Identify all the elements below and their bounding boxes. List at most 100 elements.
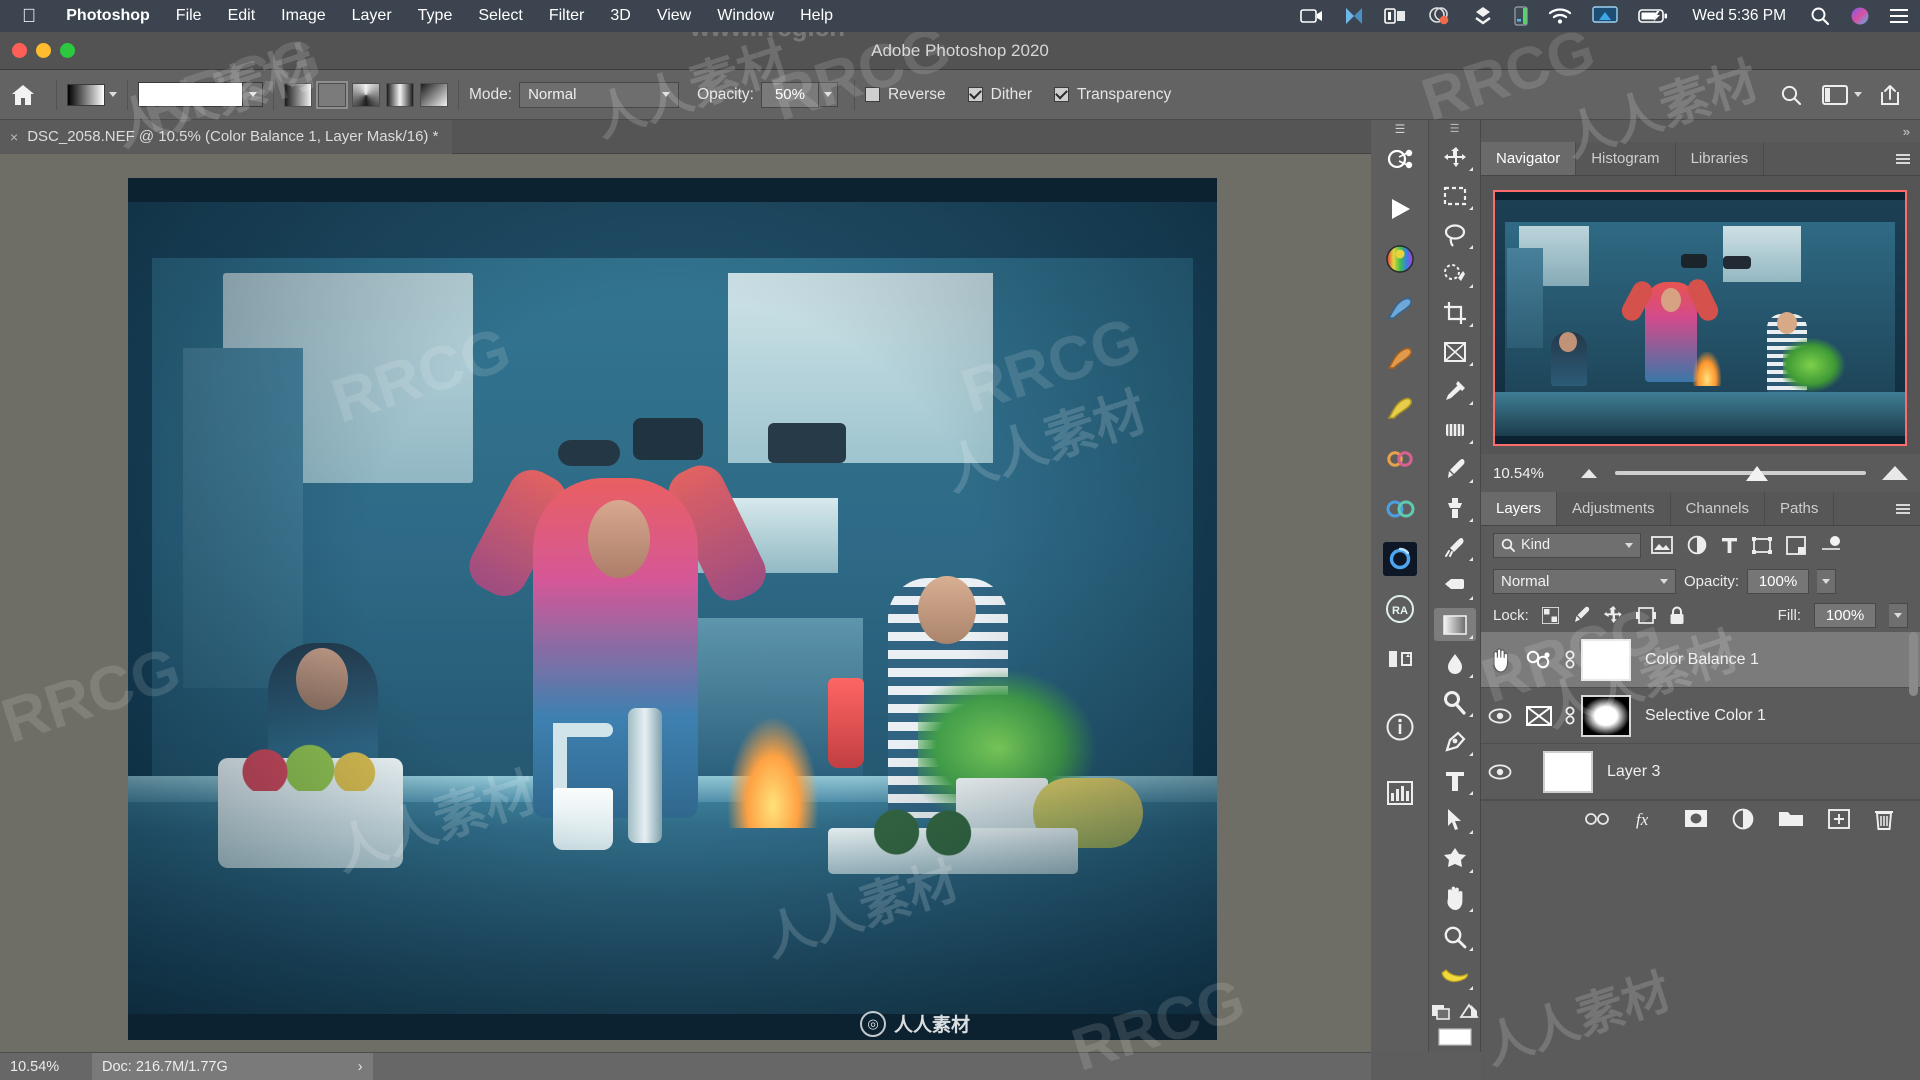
new-group-icon[interactable] (1778, 809, 1804, 828)
linear-gradient-type[interactable] (284, 82, 312, 107)
battery-charging-icon[interactable] (1628, 8, 1678, 24)
panel-menu-icon[interactable] (1896, 153, 1910, 164)
blue-ring-plugin-icon[interactable] (1383, 542, 1417, 576)
zoom-slider-track[interactable] (1615, 471, 1866, 475)
menu-window[interactable]: Window (704, 7, 787, 25)
delete-layer-icon[interactable] (1874, 808, 1894, 830)
tab-layers[interactable]: Layers (1481, 492, 1558, 525)
control-center-icon[interactable] (1880, 8, 1920, 24)
layer-mask-thumbnail[interactable] (1581, 638, 1631, 681)
spot-healing-brush-tool[interactable] (1434, 413, 1476, 446)
filter-pixel-icon[interactable] (1651, 536, 1673, 554)
tab-histogram[interactable]: Histogram (1576, 142, 1676, 175)
hand-tool[interactable] (1434, 881, 1476, 914)
layer-mask-link-icon[interactable] (1559, 649, 1581, 671)
minimize-button[interactable] (36, 43, 51, 58)
zoom-out-icon[interactable] (1581, 468, 1597, 478)
layer-blend-mode-select[interactable]: Normal (1493, 568, 1676, 594)
edit-toolbar-icon[interactable] (1431, 1002, 1451, 1020)
menu-image[interactable]: Image (268, 7, 338, 25)
close-icon[interactable]: × (10, 129, 18, 145)
blue-brush-plugin-icon[interactable] (1383, 292, 1417, 326)
retouch4me-dodge-burn-icon[interactable] (1383, 142, 1417, 176)
filter-shape-icon[interactable] (1752, 536, 1772, 555)
toolbox-grip[interactable]: ☰ (1429, 120, 1480, 136)
apple-icon[interactable]:  (0, 7, 53, 26)
panel-menu-icon[interactable] (1896, 503, 1910, 514)
tab-navigator[interactable]: Navigator (1481, 142, 1577, 175)
panel-grip[interactable]: ☰ (1371, 120, 1429, 138)
lasso-tool[interactable] (1434, 218, 1476, 251)
tab-libraries[interactable]: Libraries (1675, 142, 1765, 175)
menu-bar-clock[interactable]: Wed 5:36 PM (1678, 7, 1800, 25)
crop-tool[interactable] (1434, 296, 1476, 329)
add-layer-mask-icon[interactable] (1684, 809, 1708, 828)
screen-mode-icon[interactable] (1437, 1028, 1472, 1046)
orange-brush-plugin-icon[interactable] (1383, 342, 1417, 376)
blur-tool[interactable] (1434, 647, 1476, 680)
vpn-icon[interactable] (1334, 7, 1374, 25)
path-selection-tool[interactable] (1434, 803, 1476, 836)
eye-icon[interactable] (1481, 708, 1519, 724)
dither-checkbox[interactable]: Dither (967, 86, 1032, 104)
close-button[interactable] (12, 43, 27, 58)
color-wheel-icon[interactable] (1383, 242, 1417, 276)
radial-gradient-type[interactable] (316, 80, 348, 109)
reflected-gradient-type[interactable] (386, 82, 414, 107)
tab-adjustments[interactable]: Adjustments (1557, 492, 1671, 525)
screen-record-icon[interactable] (1290, 8, 1334, 24)
opacity-chevron-down-icon[interactable] (818, 82, 838, 107)
menu-photoshop[interactable]: Photoshop (53, 7, 163, 25)
menu-view[interactable]: View (644, 7, 704, 25)
chevron-down-icon[interactable] (109, 92, 117, 97)
collapse-panel-icon[interactable]: » (1903, 124, 1910, 139)
custom-shape-tool[interactable] (1434, 842, 1476, 875)
pen-tool[interactable] (1434, 725, 1476, 758)
teams-icon[interactable] (1418, 6, 1462, 26)
diamond-gradient-type[interactable] (420, 82, 448, 107)
wifi-icon[interactable] (1538, 7, 1582, 25)
reverse-checkbox[interactable]: Reverse (864, 86, 946, 104)
link-layers-icon[interactable] (1584, 812, 1610, 826)
brush-tool[interactable] (1434, 452, 1476, 485)
new-layer-icon[interactable] (1828, 808, 1850, 829)
gradient-preview-picker[interactable] (138, 82, 263, 107)
new-adjustment-layer-icon[interactable] (1732, 808, 1754, 830)
menu-type[interactable]: Type (405, 7, 466, 25)
table-row[interactable]: Selective Color 1 (1481, 688, 1920, 744)
lock-image-pixels-icon[interactable] (1572, 606, 1591, 625)
zoom-tool[interactable] (1434, 920, 1476, 953)
document-image[interactable] (128, 178, 1217, 1040)
layer-name[interactable]: Selective Color 1 (1631, 707, 1766, 725)
layer-kind-select[interactable]: Kind (1493, 532, 1641, 558)
filter-toggle-icon[interactable] (1820, 535, 1842, 555)
layer-opacity-chevron-down-icon[interactable] (1817, 568, 1837, 594)
menu-3d[interactable]: 3D (597, 7, 643, 25)
compare-panel-icon[interactable] (1383, 642, 1417, 676)
table-row[interactable]: Layer 3 (1481, 744, 1920, 800)
move-tool[interactable] (1434, 140, 1476, 173)
tab-channels[interactable]: Channels (1670, 492, 1765, 525)
layer-fill-chevron-down-icon[interactable] (1889, 602, 1908, 628)
canvas-area[interactable] (0, 154, 1371, 1052)
blend-mode-select[interactable]: Normal (519, 81, 680, 108)
siri-icon[interactable] (1840, 6, 1880, 26)
menu-file[interactable]: File (163, 7, 215, 25)
reverse-checkbox-box[interactable] (864, 87, 880, 102)
filter-smart-object-icon[interactable] (1786, 535, 1806, 555)
layer-fill-input[interactable]: 100% (1814, 602, 1876, 628)
small-swirl-plugin-icon[interactable] (1383, 442, 1417, 476)
frame-tool[interactable] (1434, 335, 1476, 368)
search-icon[interactable] (1766, 84, 1816, 106)
navigator-view-box[interactable] (1493, 190, 1907, 446)
object-selection-tool[interactable] (1434, 257, 1476, 290)
share-icon[interactable] (1868, 83, 1920, 107)
ra-beauty-retouch-icon[interactable]: RA (1383, 592, 1417, 626)
filter-adjustment-icon[interactable] (1687, 535, 1707, 555)
dither-checkbox-box[interactable] (967, 87, 983, 102)
zoom-slider[interactable] (1581, 458, 1908, 488)
lock-transparent-pixels-icon[interactable] (1541, 606, 1559, 624)
zoom-slider-handle[interactable] (1746, 465, 1768, 481)
layer-style-fx-icon[interactable]: fx (1634, 809, 1660, 829)
blue-swirl-plugin-icon[interactable] (1383, 492, 1417, 526)
